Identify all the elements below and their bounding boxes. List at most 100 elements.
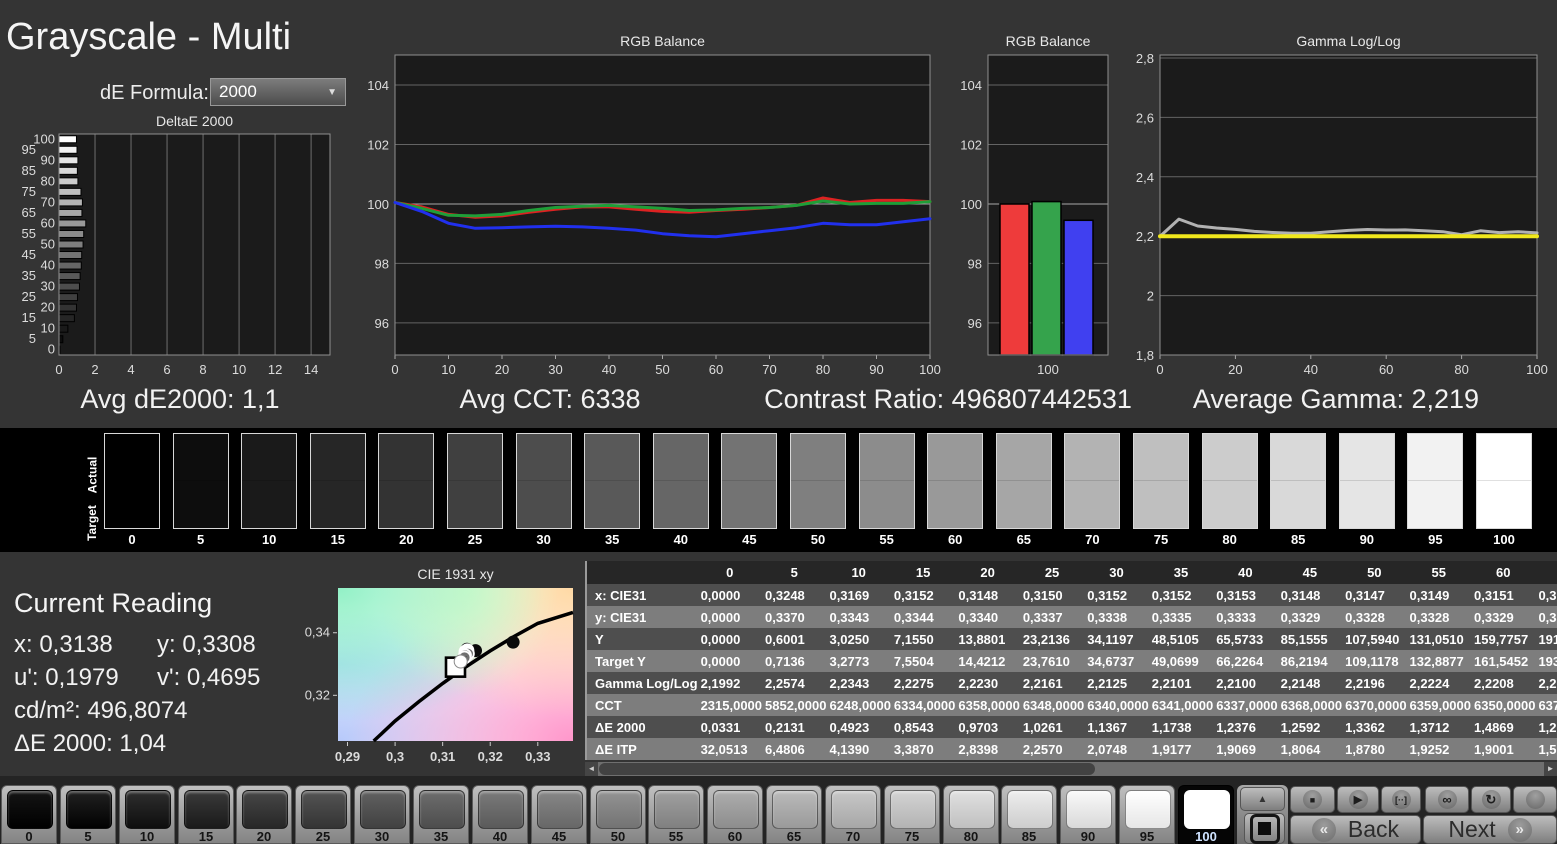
swatch-level-label: 75 — [1153, 532, 1169, 547]
table-cell: 6368,0000 — [1277, 694, 1343, 716]
svg-text:0,31: 0,31 — [430, 749, 455, 764]
svg-text:98: 98 — [375, 256, 389, 271]
level-label: 40 — [492, 829, 508, 844]
current-reading-de2000: ΔE 2000: 1,04 — [14, 730, 167, 757]
svg-text:100: 100 — [1526, 362, 1548, 377]
level-patch — [66, 790, 112, 829]
stop-button[interactable]: ■ — [1290, 786, 1335, 813]
level-button-5[interactable]: 5 — [60, 785, 116, 844]
level-button-60[interactable]: 60 — [707, 785, 763, 844]
svg-text:100: 100 — [368, 197, 389, 212]
table-cell: 1,2376 — [1213, 716, 1278, 738]
row-label: CCT — [587, 694, 698, 716]
range-button[interactable]: [··] — [1381, 786, 1421, 813]
table-cell: 2,2275 — [890, 672, 956, 694]
level-label: 75 — [904, 829, 920, 844]
pattern-level-bar: 0 5 10 15 20 25 30 35 40 45 50 55 60 65 70 75 80 85 90 95 10… — [0, 776, 1557, 844]
table-cell: 1,2592 — [1277, 716, 1343, 738]
level-button-30[interactable]: 30 — [354, 785, 410, 844]
loop-button[interactable]: ∞ — [1425, 786, 1469, 813]
svg-text:8: 8 — [199, 362, 206, 377]
svg-text:10: 10 — [41, 321, 55, 336]
level-button-45[interactable]: 45 — [531, 785, 587, 844]
level-button-95[interactable]: 95 — [1119, 785, 1175, 844]
level-button-10[interactable]: 10 — [119, 785, 175, 844]
table-cell: 0,3328 — [1406, 606, 1471, 628]
de-formula-select[interactable]: 2000 ▼ — [210, 78, 346, 106]
table-cell: 2,0748 — [1084, 738, 1149, 760]
table-cell: 0,3344 — [890, 606, 956, 628]
level-button-75[interactable]: 75 — [884, 785, 940, 844]
level-button-50[interactable]: 50 — [590, 785, 646, 844]
level-button-100[interactable]: 100 — [1178, 785, 1234, 844]
table-row: CCT 2315,0000 5852,0000 6248,0000 6334,0000 6… — [587, 694, 1557, 716]
column-header: 25 — [1019, 561, 1085, 584]
table-cell: 2,2161 — [1019, 672, 1085, 694]
deltae-bar — [58, 251, 83, 260]
table-scrollbar[interactable]: ◄ ► — [585, 762, 1557, 776]
svg-text:80: 80 — [816, 362, 830, 377]
level-button-15[interactable]: 15 — [178, 785, 234, 844]
next-arrow-icon: » — [1507, 817, 1532, 842]
swatch-level-label: 40 — [673, 532, 689, 547]
svg-text:RGB Balance: RGB Balance — [620, 33, 705, 49]
svg-text:35: 35 — [22, 268, 36, 283]
deltae-bar — [58, 335, 64, 344]
level-button-35[interactable]: 35 — [413, 785, 469, 844]
grayscale-swatch — [1476, 433, 1532, 529]
table-cell: 2,2125 — [1084, 672, 1149, 694]
level-button-90[interactable]: 90 — [1060, 785, 1116, 844]
table-cell: 0,3370 — [762, 606, 827, 628]
scroll-right-icon[interactable]: ► — [1544, 762, 1557, 776]
swatch-level-label: 0 — [128, 532, 136, 547]
level-button-0[interactable]: 0 — [1, 785, 57, 844]
collapse-button[interactable]: ▲ — [1240, 787, 1285, 811]
column-header: 30 — [1084, 561, 1149, 584]
row-label: Target Y — [587, 650, 698, 672]
table-cell: 0,0000 — [697, 584, 763, 606]
level-button-40[interactable]: 40 — [472, 785, 528, 844]
grayscale-swatch — [995, 433, 1052, 529]
table-cell: 0,3329 — [1277, 606, 1343, 628]
svg-text:0,32: 0,32 — [478, 749, 503, 764]
swatch-level-label: 35 — [604, 532, 620, 547]
play-button[interactable]: ▶ — [1337, 786, 1379, 813]
row-label: Y — [587, 628, 698, 650]
refresh-button[interactable]: ↻ — [1471, 786, 1511, 813]
svg-text:10: 10 — [441, 362, 455, 377]
scroll-left-icon[interactable]: ◄ — [585, 762, 598, 776]
table-cell: 0,3248 — [762, 584, 827, 606]
level-button-85[interactable]: 85 — [1001, 785, 1057, 844]
column-header: 35 — [1148, 561, 1214, 584]
table-cell: 6,4806 — [762, 738, 827, 760]
deltae-bar — [58, 208, 83, 217]
swatch-level-label: 45 — [742, 532, 757, 547]
level-button-65[interactable]: 65 — [766, 785, 822, 844]
level-patch — [184, 790, 230, 829]
pattern-window-button[interactable] — [1244, 813, 1285, 844]
grayscale-swatch — [1064, 433, 1121, 529]
svg-text:2: 2 — [91, 362, 98, 377]
table-cell: 1,1738 — [1148, 716, 1214, 738]
level-button-70[interactable]: 70 — [825, 785, 881, 844]
level-button-80[interactable]: 80 — [943, 785, 999, 844]
svg-text:104: 104 — [960, 78, 982, 93]
svg-text:96: 96 — [375, 316, 389, 331]
level-button-20[interactable]: 20 — [236, 785, 292, 844]
grayscale-swatch — [652, 433, 709, 529]
level-button-25[interactable]: 25 — [295, 785, 351, 844]
row-label: Gamma Log/Log — [587, 672, 698, 694]
grayscale-swatch — [309, 433, 366, 529]
back-button[interactable]: « Back — [1290, 815, 1421, 844]
level-button-55[interactable]: 55 — [648, 785, 704, 844]
svg-text:2,8: 2,8 — [1136, 51, 1154, 66]
next-button[interactable]: Next » — [1423, 815, 1557, 844]
table-cell: 14,4212 — [955, 650, 1020, 672]
swatch-level-label: 15 — [330, 532, 346, 547]
extra-button[interactable] — [1513, 786, 1557, 813]
table-cell: 0,2131 — [762, 716, 827, 738]
scrollbar-thumb[interactable] — [599, 763, 1095, 775]
table-cell: 1,8064 — [1277, 738, 1343, 760]
svg-text:20: 20 — [1228, 362, 1242, 377]
svg-text:60: 60 — [1379, 362, 1393, 377]
